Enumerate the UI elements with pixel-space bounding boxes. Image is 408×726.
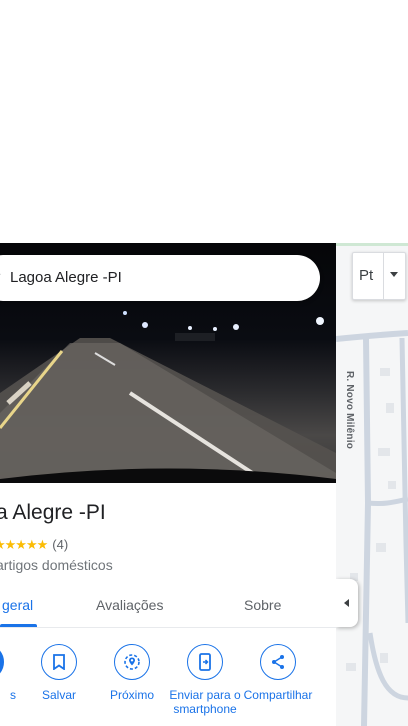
search-box[interactable] bbox=[0, 255, 320, 301]
tab-overview[interactable]: geral bbox=[2, 597, 33, 613]
rating-row[interactable]: ★★★★★ (4) bbox=[0, 537, 68, 553]
map-streets bbox=[336, 330, 408, 726]
share-icon bbox=[260, 644, 296, 680]
map-canvas[interactable]: R. Novo Milênio Pt bbox=[336, 243, 408, 726]
layer-button-label: Pt bbox=[359, 267, 374, 284]
place-category[interactable]: artigos domésticos bbox=[0, 557, 113, 573]
rating-stars: ★★★★★ bbox=[0, 537, 48, 552]
send-to-phone-button[interactable]: Enviar para o smartphone bbox=[169, 644, 241, 716]
active-tab-indicator bbox=[0, 624, 37, 627]
collapse-panel-button[interactable] bbox=[336, 579, 358, 627]
share-button[interactable]: Compartilhar bbox=[242, 644, 314, 702]
place-photo[interactable] bbox=[0, 243, 336, 483]
search-input[interactable] bbox=[8, 268, 212, 287]
search-icon[interactable] bbox=[0, 255, 2, 277]
review-count[interactable]: (4) bbox=[52, 537, 68, 552]
chevron-down-icon[interactable] bbox=[390, 272, 398, 277]
save-button[interactable]: Salvar bbox=[23, 644, 95, 702]
map-layer-button[interactable]: Pt bbox=[352, 252, 406, 300]
directions-button[interactable]: s bbox=[0, 644, 22, 702]
bookmark-icon bbox=[41, 644, 77, 680]
street-label: R. Novo Milênio bbox=[344, 371, 355, 449]
nearby-icon bbox=[114, 644, 150, 680]
directions-icon bbox=[0, 644, 4, 680]
chevron-left-icon bbox=[344, 599, 349, 607]
send-to-phone-icon bbox=[187, 644, 223, 680]
place-title: a Alegre -PI bbox=[0, 501, 106, 524]
nearby-button[interactable]: Próximo bbox=[96, 644, 168, 702]
layer-button-divider bbox=[383, 253, 384, 299]
tab-about[interactable]: Sobre bbox=[244, 597, 281, 613]
place-tabs: geral Avaliações Sobre bbox=[0, 583, 336, 628]
tab-reviews[interactable]: Avaliações bbox=[96, 597, 163, 613]
place-panel: a Alegre -PI ★★★★★ (4) artigos domésticos… bbox=[0, 243, 336, 726]
